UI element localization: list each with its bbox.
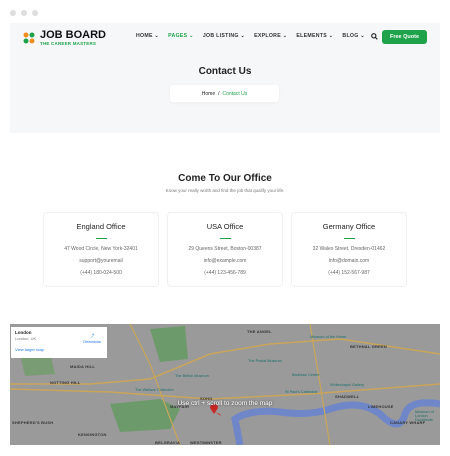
hero: JOB BOARD THE CAREER MASTERS HOME ⌄ PAGES… bbox=[10, 23, 440, 133]
map-place: Whitechapel Gallery bbox=[330, 383, 364, 387]
map-label: MAIDA HILL bbox=[70, 364, 95, 369]
map-label: BETHNAL GREEN bbox=[350, 344, 387, 349]
map-label: WESTMINSTER bbox=[190, 440, 222, 445]
nav-pages[interactable]: PAGES ⌄ bbox=[168, 33, 194, 39]
nav-job-listing[interactable]: JOB LISTING ⌄ bbox=[203, 33, 245, 39]
office-address: 32 Wales Street, Dresden-01462 bbox=[312, 246, 386, 252]
window-controls bbox=[10, 10, 38, 16]
office-card: Germany Office 32 Wales Street, Dresden-… bbox=[291, 212, 407, 287]
map-place: The Postal Museum bbox=[248, 359, 282, 363]
page-title: Contact Us bbox=[198, 66, 252, 77]
section-title: Come To Our Office bbox=[178, 173, 272, 184]
map-place: Museum of London Docklands bbox=[415, 410, 434, 422]
breadcrumb-separator: / bbox=[218, 90, 220, 97]
map-label: KENSINGTON bbox=[78, 432, 107, 437]
office-name: USA Office bbox=[206, 222, 244, 231]
map-embed[interactable]: THE ANGEL NOTTING HILL SHEPHERD'S BUSH K… bbox=[10, 324, 440, 445]
office-phone[interactable]: (+44) 123-456-789 bbox=[168, 271, 282, 276]
directions-button[interactable]: ⤴ Directions bbox=[83, 333, 101, 344]
map-info-card: London London, UK View larger map ⤴ Direc… bbox=[11, 327, 107, 358]
regents-park bbox=[150, 326, 188, 362]
office-email[interactable]: info@domain.com bbox=[292, 259, 406, 264]
logo-tagline: THE CAREER MASTERS bbox=[40, 41, 97, 46]
nav-explore[interactable]: EXPLORE ⌄ bbox=[254, 33, 287, 39]
office-address: 29 Queens Street, Boston-00387 bbox=[188, 246, 262, 252]
map-label: SHADWELL bbox=[335, 394, 360, 399]
breadcrumb: Home / Contact Us bbox=[170, 85, 279, 102]
office-phone[interactable]: (+44) 180-024-500 bbox=[44, 271, 158, 276]
logo[interactable]: JOB BOARD THE CAREER MASTERS bbox=[22, 30, 106, 46]
section-subtitle: Know your really worth and find the job … bbox=[165, 188, 285, 193]
search-icon[interactable] bbox=[371, 33, 378, 40]
breadcrumb-home[interactable]: Home bbox=[202, 91, 215, 97]
map-label: NOTTING HILL bbox=[50, 380, 81, 385]
office-email[interactable]: info@example.com bbox=[168, 259, 282, 264]
road bbox=[10, 383, 440, 400]
nav-blog[interactable]: BLOG ⌄ bbox=[342, 33, 365, 39]
office-address: 47 Wood Circle, New York-32401 bbox=[64, 246, 138, 252]
map-label: SHEPHERD'S BUSH bbox=[12, 420, 54, 425]
map-place: Barbican Centre bbox=[292, 373, 320, 377]
logo-icon bbox=[23, 32, 35, 44]
main-nav: HOME ⌄ PAGES ⌄ JOB LISTING ⌄ EXPLORE ⌄ E… bbox=[136, 33, 365, 39]
divider bbox=[343, 238, 355, 239]
office-phone[interactable]: (+44) 152-567-987 bbox=[292, 271, 406, 276]
map-place: St Paul's Cathedral bbox=[285, 390, 318, 394]
map-label: BELGRAVIA bbox=[155, 440, 181, 445]
nav-home[interactable]: HOME ⌄ bbox=[136, 33, 159, 39]
map-zoom-hint: Use ctrl + scroll to zoom the map bbox=[177, 400, 273, 407]
free-quote-button[interactable]: Free Quote bbox=[382, 30, 427, 44]
office-card: USA Office 29 Queens Street, Boston-0038… bbox=[167, 212, 283, 287]
office-card: England Office 47 Wood Circle, New York-… bbox=[43, 212, 159, 287]
nav-elements[interactable]: ELEMENTS ⌄ bbox=[296, 33, 333, 39]
map-place: Museum of the Home bbox=[310, 335, 347, 339]
map-place: The Wallace Collection bbox=[135, 388, 174, 392]
road bbox=[309, 324, 331, 445]
view-larger-map-link[interactable]: View larger map bbox=[15, 347, 103, 352]
map-label: THE ANGEL bbox=[247, 329, 272, 334]
office-name: Germany Office bbox=[322, 222, 376, 231]
office-email[interactable]: support@youremail bbox=[44, 259, 158, 264]
map-place: The British Museum bbox=[175, 374, 209, 378]
divider bbox=[95, 238, 107, 239]
divider bbox=[219, 238, 231, 239]
breadcrumb-current: Contact Us bbox=[222, 90, 248, 97]
office-name: England Office bbox=[76, 222, 126, 231]
logo-title: JOB BOARD bbox=[40, 29, 107, 41]
